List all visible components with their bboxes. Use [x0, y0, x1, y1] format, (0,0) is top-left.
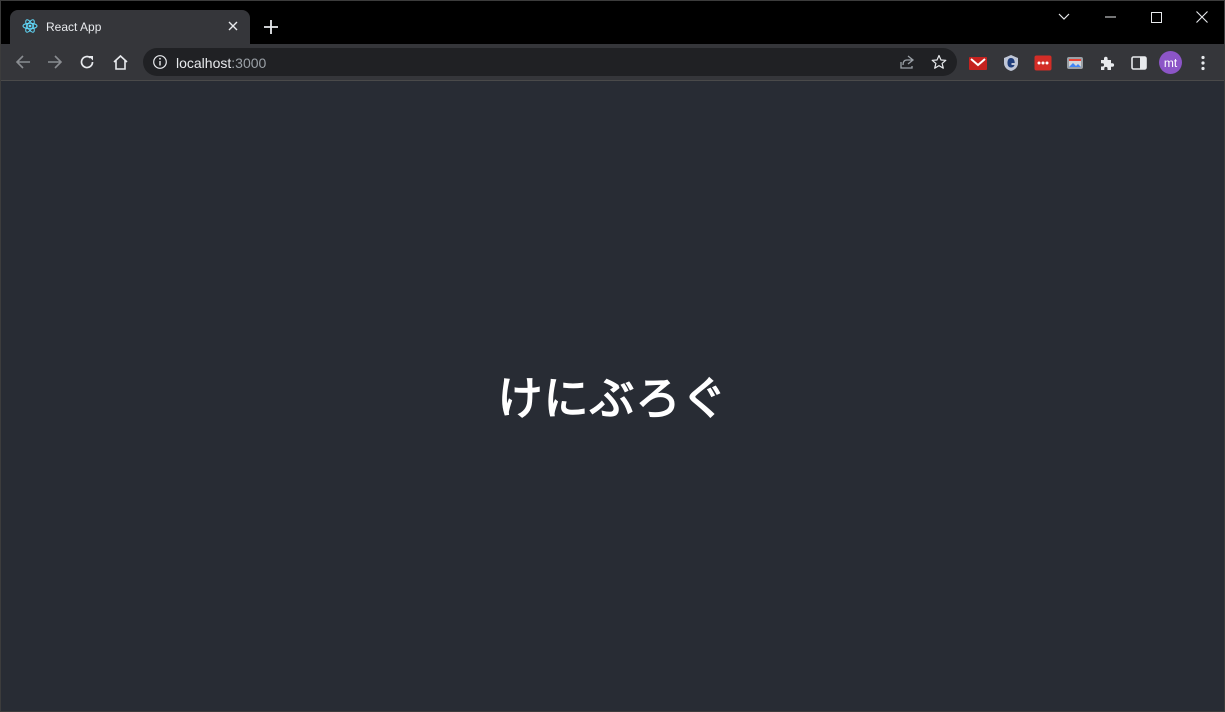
- browser-toolbar: localhost:3000 19312 mt: [1, 44, 1224, 119]
- bookmark-star-icon[interactable]: [930, 53, 948, 71]
- gmail-extension-icon[interactable]: [967, 52, 989, 74]
- tab-title: React App: [46, 20, 102, 34]
- share-icon[interactable]: [898, 53, 916, 71]
- home-icon[interactable]: [107, 49, 133, 75]
- url-text: localhost:3000: [176, 55, 266, 71]
- shield-extension-icon[interactable]: [1000, 52, 1022, 74]
- react-logo-icon: [22, 18, 38, 34]
- profile-avatar[interactable]: mt: [1159, 51, 1182, 74]
- side-panel-icon[interactable]: [1128, 52, 1150, 74]
- back-arrow-icon[interactable]: [10, 49, 36, 75]
- url-host: localhost: [176, 55, 232, 71]
- tab-strip: React App: [1, 1, 1224, 44]
- url-port: :3000: [231, 55, 267, 71]
- page-heading: けにぶろぐ: [497, 371, 728, 425]
- browser-window: React App localhost:3000 mt けにぶろぐ: [0, 0, 1225, 712]
- maximize-icon[interactable]: [1133, 1, 1179, 33]
- site-info-icon[interactable]: [152, 54, 168, 70]
- close-window-icon[interactable]: [1179, 1, 1225, 33]
- more-menu-icon[interactable]: [1192, 52, 1214, 74]
- screen-capture-extension-icon[interactable]: [1064, 52, 1086, 74]
- close-tab-icon[interactable]: [224, 17, 242, 35]
- puzzle-extensions-icon[interactable]: [1096, 52, 1118, 74]
- tab-search-icon[interactable]: [1041, 1, 1087, 33]
- new-tab-button[interactable]: [260, 16, 282, 38]
- forward-arrow-icon[interactable]: [42, 49, 68, 75]
- minimize-icon[interactable]: [1087, 1, 1133, 33]
- lastpass-extension-icon[interactable]: [1032, 52, 1054, 74]
- page-viewport: けにぶろぐ: [1, 81, 1224, 711]
- address-bar[interactable]: localhost:3000: [143, 48, 957, 76]
- reload-icon[interactable]: [74, 49, 100, 75]
- browser-tab[interactable]: React App: [10, 10, 250, 44]
